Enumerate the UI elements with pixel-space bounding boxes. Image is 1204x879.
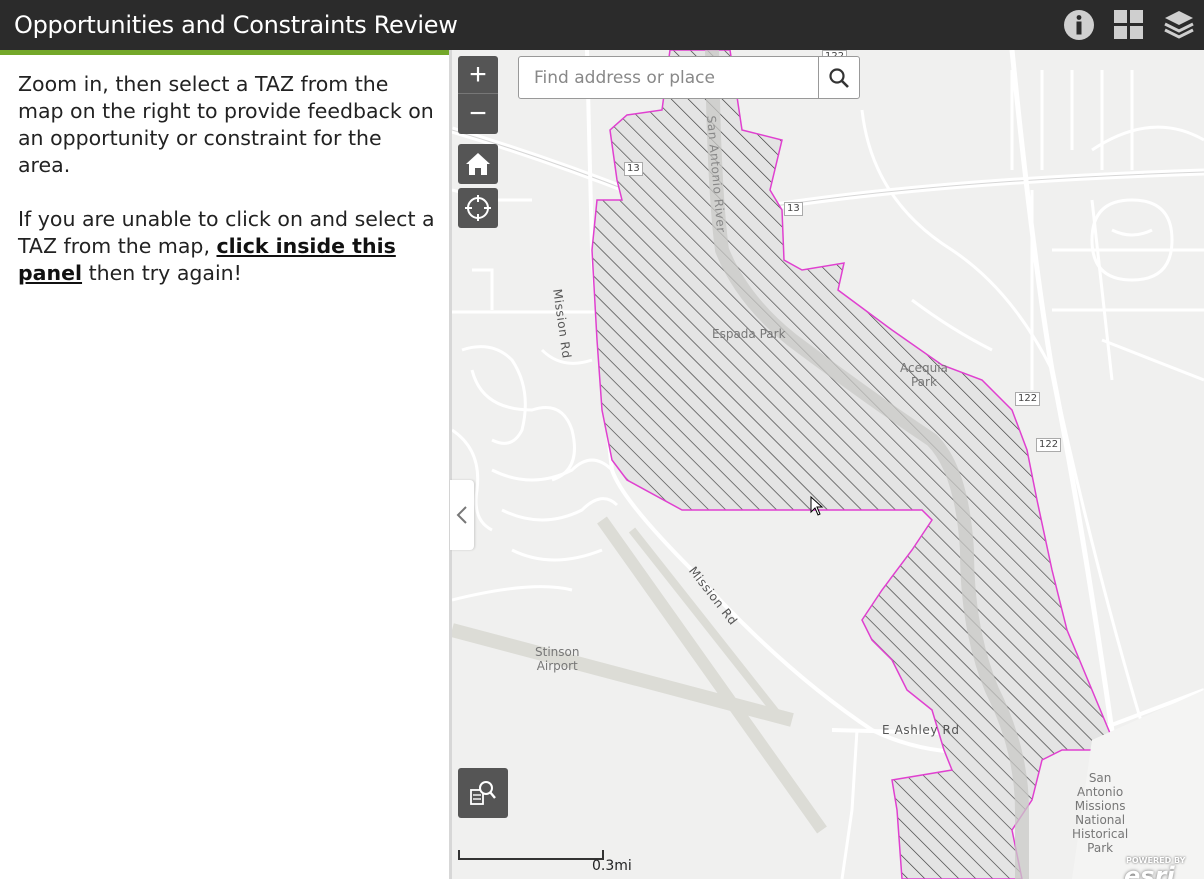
- basemap: [452, 50, 1204, 879]
- shield-122-lower: 122: [1036, 438, 1062, 452]
- layers-icon: [1164, 11, 1194, 39]
- label-san-antonio-missions: San Antonio Missions National Historical…: [1072, 771, 1129, 855]
- shield-13-right: 13: [784, 202, 803, 216]
- app-title: Opportunities and Constraints Review: [14, 11, 458, 39]
- query-button[interactable]: [458, 768, 508, 818]
- instruction-suffix: then try again!: [82, 261, 242, 285]
- map-view[interactable]: Espada Park Acequia Park Stinson Airport…: [452, 50, 1204, 879]
- locate-button[interactable]: [458, 188, 498, 228]
- info-icon: [1064, 10, 1094, 40]
- home-icon: [466, 153, 490, 175]
- zoom-in-button[interactable]: +: [458, 56, 498, 94]
- side-panel[interactable]: Zoom in, then select a TAZ from the map …: [0, 50, 449, 879]
- road-label-e-ashley-rd: E Ashley Rd: [882, 723, 960, 737]
- query-icon: [470, 781, 496, 805]
- scale-bar: [458, 850, 604, 860]
- chevron-left-icon: [456, 506, 467, 524]
- search-widget: [518, 56, 860, 99]
- zoom-out-button[interactable]: −: [458, 95, 498, 133]
- info-button[interactable]: [1054, 0, 1104, 50]
- label-espada-park: Espada Park: [712, 327, 786, 341]
- shield-122-mid: 122: [1015, 392, 1041, 406]
- zoom-controls: + −: [458, 56, 498, 134]
- instruction-paragraph-2: If you are unable to click on and select…: [18, 206, 438, 287]
- instructions: Zoom in, then select a TAZ from the map …: [18, 71, 438, 314]
- scale-label: 0.3mi: [592, 858, 632, 874]
- search-icon: [829, 67, 849, 88]
- shield-13-left: 13: [624, 162, 643, 176]
- grid-icon: [1114, 10, 1143, 39]
- search-input[interactable]: [519, 57, 819, 98]
- cursor-icon: [810, 496, 824, 516]
- label-acequia-park: Acequia Park: [900, 361, 948, 389]
- home-button[interactable]: [458, 144, 498, 184]
- search-button[interactable]: [818, 57, 859, 98]
- layers-button[interactable]: [1154, 0, 1204, 50]
- app-header: Opportunities and Constraints Review: [0, 0, 1204, 50]
- collapse-panel-button[interactable]: [450, 480, 474, 550]
- label-stinson-airport: Stinson Airport: [535, 645, 580, 673]
- instruction-paragraph-1: Zoom in, then select a TAZ from the map …: [18, 72, 434, 177]
- basemap-gallery-button[interactable]: [1104, 0, 1154, 50]
- esri-logo: esri: [1124, 862, 1175, 879]
- locate-icon: [465, 195, 491, 221]
- esri-attribution[interactable]: POWERED BY esri: [1120, 854, 1204, 879]
